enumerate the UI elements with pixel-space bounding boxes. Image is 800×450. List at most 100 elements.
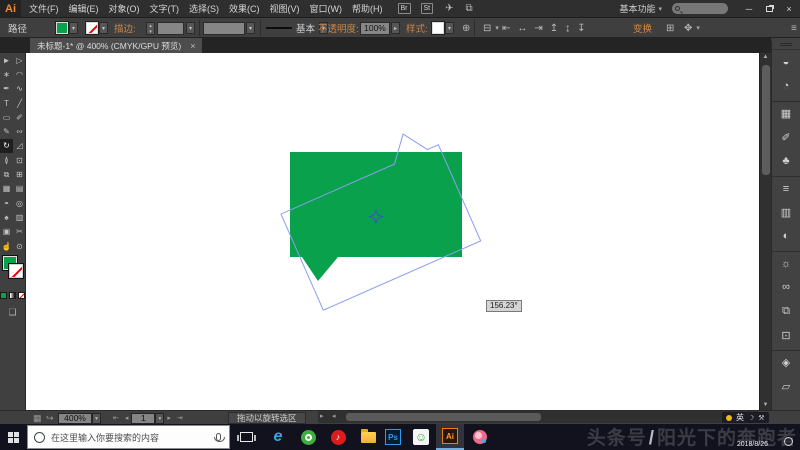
panel-gradient[interactable]: ▥: [772, 200, 800, 224]
stroke-none-swatch[interactable]: [86, 22, 98, 34]
panel-transparency[interactable]: ◐: [772, 224, 800, 248]
style-label[interactable]: 样式:: [406, 18, 428, 38]
magic-wand-tool[interactable]: ∗: [0, 67, 13, 81]
menu-item[interactable]: 帮助(H): [347, 0, 388, 18]
stroke-color-control[interactable]: ▾: [86, 18, 108, 38]
none-button[interactable]: [18, 292, 25, 299]
start-button[interactable]: [0, 424, 26, 450]
type-tool[interactable]: T: [0, 96, 13, 110]
panel-color-guide[interactable]: ◔: [772, 74, 800, 98]
zoom-tool[interactable]: ⊙: [13, 239, 26, 253]
style-dropdown-icon[interactable]: ▾: [445, 22, 454, 34]
selection-tool[interactable]: ►: [0, 53, 13, 67]
eyedropper-tool[interactable]: ◓: [0, 196, 13, 210]
isolate-icon[interactable]: ⊞: [662, 18, 678, 38]
width-tool[interactable]: ≬: [0, 153, 13, 167]
stock-button[interactable]: St: [421, 3, 434, 14]
color-button[interactable]: [0, 292, 7, 299]
taskbar-app-illustrator[interactable]: Ai: [436, 424, 464, 450]
stroke-color-box[interactable]: [9, 264, 23, 278]
align-button[interactable]: ⇥: [534, 23, 542, 34]
ime-logo-icon[interactable]: [726, 415, 732, 421]
vertical-scrollbar[interactable]: ▲ ▼: [759, 53, 771, 410]
previous-artboard-icon[interactable]: ◂: [125, 414, 129, 422]
style-swatch[interactable]: [432, 22, 444, 34]
line-segment-tool[interactable]: ╱: [13, 96, 26, 110]
taskbar-app-edge[interactable]: e: [264, 424, 292, 450]
share-icon[interactable]: ✈: [445, 3, 453, 14]
panel-links[interactable]: ∞: [772, 275, 800, 299]
align-button[interactable]: ↥: [550, 23, 558, 34]
select-similar-control[interactable]: ✥▾: [680, 18, 700, 38]
menu-item[interactable]: 窗口(W): [305, 0, 348, 18]
curvature-tool[interactable]: ∿: [13, 82, 26, 96]
align-button[interactable]: ↨: [565, 23, 570, 34]
scroll-right-icon[interactable]: ◂: [332, 411, 336, 423]
ime-fullhalf-icon[interactable]: ☽: [748, 414, 754, 422]
opacity-field[interactable]: 100% ▸: [360, 18, 400, 38]
pen-tool[interactable]: ✒: [0, 82, 13, 96]
slice-tool[interactable]: ✂: [13, 225, 26, 239]
dock-grip[interactable]: [772, 43, 800, 50]
document-tab[interactable]: 未标题-1* @ 400% (CMYK/GPU 预览) ×: [30, 38, 202, 53]
panel-brushes[interactable]: ✐: [772, 125, 800, 149]
taskbar-app-chat[interactable]: ☺: [407, 424, 435, 450]
taskbar-app-misc[interactable]: [466, 424, 494, 450]
menu-item[interactable]: 文字(T): [145, 0, 185, 18]
panel-menu-icon[interactable]: ≡: [787, 18, 800, 38]
panel-artboards[interactable]: ▱: [772, 374, 800, 398]
ime-language-indicator[interactable]: 英: [736, 412, 744, 423]
gradient-tool[interactable]: ▤: [13, 182, 26, 196]
microphone-icon[interactable]: [216, 433, 221, 441]
status-view-icon[interactable]: ▦: [33, 411, 42, 425]
menu-item[interactable]: 视图(V): [265, 0, 305, 18]
panel-pathfinder[interactable]: ⧉: [772, 299, 800, 323]
taskbar-search-input[interactable]: 在这里输入你要搜索的内容: [27, 425, 230, 449]
taskbar-app-browser[interactable]: [294, 424, 322, 450]
vertical-scroll-thumb[interactable]: [762, 65, 770, 175]
next-artboard-icon[interactable]: ▸: [167, 414, 171, 422]
zoom-level-control[interactable]: 400% ▾: [58, 411, 101, 425]
scale-tool[interactable]: ◿: [13, 139, 26, 153]
align-button[interactable]: ↧: [577, 23, 585, 34]
drawing-modes-button[interactable]: ❏: [0, 307, 25, 318]
document-setup-icon[interactable]: ⊕: [458, 18, 474, 38]
taskbar-app-photoshop[interactable]: Ps: [379, 424, 407, 450]
artboard-tool[interactable]: ▣: [0, 225, 13, 239]
free-transform-tool[interactable]: ⊡: [13, 153, 26, 167]
taskbar-app-explorer[interactable]: [354, 424, 382, 450]
width-profile-dropdown[interactable]: ▾: [203, 18, 255, 38]
speech-bubble-shape[interactable]: [290, 152, 462, 281]
status-arrow-icon[interactable]: ↪: [46, 411, 54, 425]
style-swatch-control[interactable]: ▾: [432, 18, 454, 38]
taskbar-app-music[interactable]: ♪: [324, 424, 352, 450]
restore-button[interactable]: [762, 6, 776, 12]
perspective-grid-tool[interactable]: ⊞: [13, 167, 26, 181]
panel-color[interactable]: ◒: [772, 50, 800, 74]
mesh-tool[interactable]: ▦: [0, 182, 13, 196]
shape-builder-tool[interactable]: ⧉: [0, 167, 13, 181]
fill-dropdown-icon[interactable]: ▾: [69, 22, 78, 34]
symbol-sprayer-tool[interactable]: ♠: [0, 210, 13, 224]
scroll-left-icon[interactable]: ▸: [320, 411, 324, 423]
app-search-input[interactable]: [672, 3, 728, 14]
menu-item[interactable]: 文件(F): [24, 0, 64, 18]
lasso-tool[interactable]: ◠: [13, 67, 26, 81]
stroke-weight-dropdown[interactable]: ▾: [185, 18, 195, 38]
fill-color-control[interactable]: ▾: [56, 18, 78, 38]
scroll-down-icon[interactable]: ▼: [760, 401, 771, 410]
scroll-up-icon[interactable]: ▲: [760, 53, 771, 62]
align-button[interactable]: ⇤: [502, 23, 510, 34]
rotate-tool[interactable]: ↻: [0, 139, 13, 153]
fill-swatch[interactable]: [56, 22, 68, 34]
panel-graphic-styles[interactable]: ⊡: [772, 323, 800, 347]
artboard-dropdown-icon[interactable]: ▾: [155, 413, 164, 424]
stroke-weight-label[interactable]: 描边:: [114, 18, 136, 38]
panel-swatches[interactable]: ▦: [772, 101, 800, 125]
gradient-button[interactable]: [9, 292, 16, 299]
close-button[interactable]: ×: [782, 4, 796, 14]
panel-stroke[interactable]: ≡: [772, 176, 800, 200]
align-button[interactable]: ↔: [517, 23, 527, 34]
artboard-canvas[interactable]: 156.23°: [26, 53, 759, 410]
panel-layers[interactable]: ◈: [772, 350, 800, 374]
